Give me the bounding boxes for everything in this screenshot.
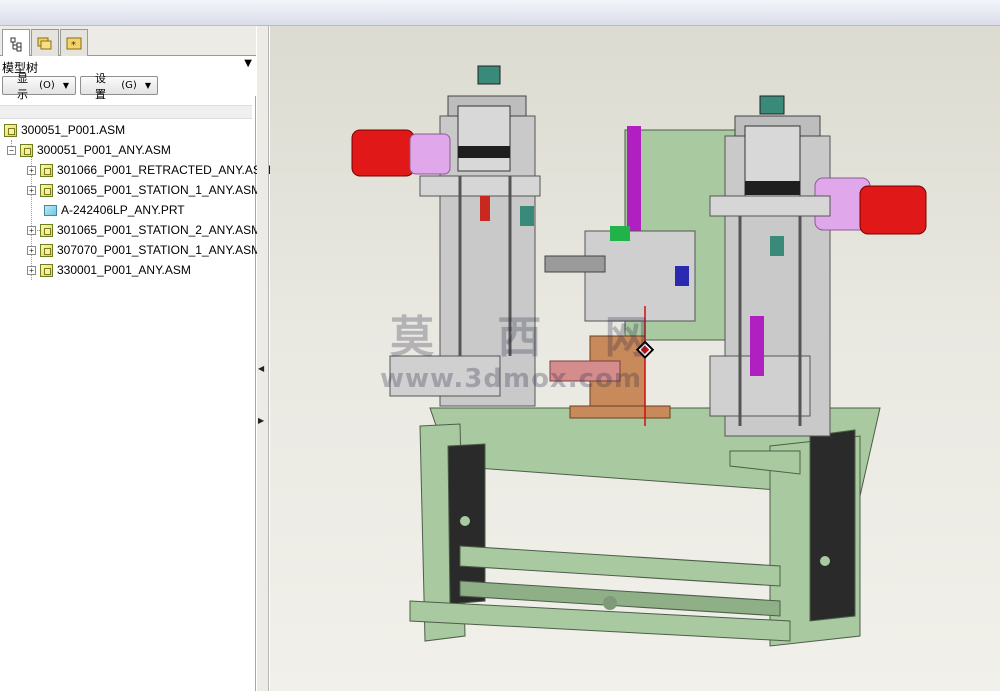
tree-item[interactable]: 300051_P001.ASM <box>4 120 125 140</box>
model-tree-panel: * 模型树 ▼ 显示 (O) ▼ 设置 (G) ▼ 300051_P001.AS… <box>0 26 271 691</box>
panel-header: 模型树 ▼ <box>0 56 256 75</box>
settings-button-label: 设置 <box>95 71 106 101</box>
settings-dropdown-button[interactable]: 设置 (G) ▼ <box>80 72 158 101</box>
show-button-label: 显示 <box>17 71 28 101</box>
top-toolbar-band <box>0 0 1000 26</box>
svg-text:*: * <box>71 40 76 51</box>
table-frame <box>409 407 881 647</box>
tree-item-label: 300051_P001.ASM <box>21 123 126 137</box>
right-station <box>709 95 927 437</box>
tree-item-label: 330001_P001_ANY.ASM <box>57 263 191 277</box>
tree-item[interactable]: + 301065_P001_STATION_2_ANY.ASM <box>27 220 261 240</box>
model-tree-icon <box>10 37 22 51</box>
collapse-icon[interactable]: − <box>7 145 16 155</box>
assembly-icon <box>40 223 53 237</box>
tab-model-tree[interactable] <box>2 29 30 57</box>
tree-item[interactable]: + 330001_P001_ANY.ASM <box>27 260 191 280</box>
tree-filter-bar <box>0 105 252 119</box>
assembly-icon <box>20 143 33 157</box>
tree-item-label: 301066_P001_RETRACTED_ANY.ASM <box>57 163 271 177</box>
assembly-icon <box>40 163 53 177</box>
tree-item-label: 301065_P001_STATION_1_ANY.ASM <box>57 183 262 197</box>
folder-browser-icon <box>37 37 52 50</box>
panel-button-row: 显示 (O) ▼ 设置 (G) ▼ <box>0 72 256 101</box>
expand-icon[interactable]: + <box>27 265 36 275</box>
watermark-url: www.3dmox.com <box>380 364 642 394</box>
tree-item[interactable]: + 307070_P001_STATION_1_ANY.ASM <box>27 240 261 260</box>
expand-right-icon[interactable]: ▶ <box>258 416 264 425</box>
tab-favorites[interactable]: * <box>60 29 88 56</box>
show-dropdown-button[interactable]: 显示 (O) ▼ <box>2 72 76 101</box>
settings-button-shortcut: (G) <box>121 80 137 91</box>
assembly-icon <box>40 243 53 257</box>
part-icon <box>44 204 57 216</box>
tree-item[interactable]: − 300051_P001_ANY.ASM <box>7 140 171 160</box>
expand-icon[interactable]: + <box>27 185 36 195</box>
favorites-icon: * <box>66 37 82 51</box>
tree-item[interactable]: + 301066_P001_RETRACTED_ANY.ASM <box>27 160 271 180</box>
tree-item-label: 307070_P001_STATION_1_ANY.ASM <box>57 243 262 257</box>
panel-splitter[interactable]: ◀ ▶ <box>257 26 269 691</box>
show-button-shortcut: (O) <box>39 80 55 91</box>
tree-item-label: 300051_P001_ANY.ASM <box>37 143 171 157</box>
tree-item[interactable]: + 301065_P001_STATION_1_ANY.ASM <box>27 180 261 200</box>
tree-item[interactable]: A-242406LP_ANY.PRT <box>44 200 185 220</box>
assembly-icon <box>40 183 53 197</box>
panel-menu-caret-icon[interactable]: ▼ <box>244 58 252 69</box>
collapse-left-icon[interactable]: ◀ <box>258 364 264 373</box>
assembly-icon <box>40 263 53 277</box>
navigator-tabs: * <box>0 26 256 57</box>
expand-icon[interactable]: + <box>27 225 36 235</box>
expand-icon[interactable]: + <box>27 165 36 175</box>
tab-folder-browser[interactable] <box>31 29 59 56</box>
graphics-viewport[interactable]: 莫 西 网 www.3dmox.com <box>270 26 1000 691</box>
tree-item-label: A-242406LP_ANY.PRT <box>61 203 185 217</box>
tree-item-label: 301065_P001_STATION_2_ANY.ASM <box>57 223 262 237</box>
watermark-text: 莫 西 网 <box>390 312 673 363</box>
expand-icon[interactable]: + <box>27 245 36 255</box>
chevron-down-icon: ▼ <box>62 81 69 90</box>
chevron-down-icon: ▼ <box>144 81 151 90</box>
assembly-icon <box>4 123 17 137</box>
